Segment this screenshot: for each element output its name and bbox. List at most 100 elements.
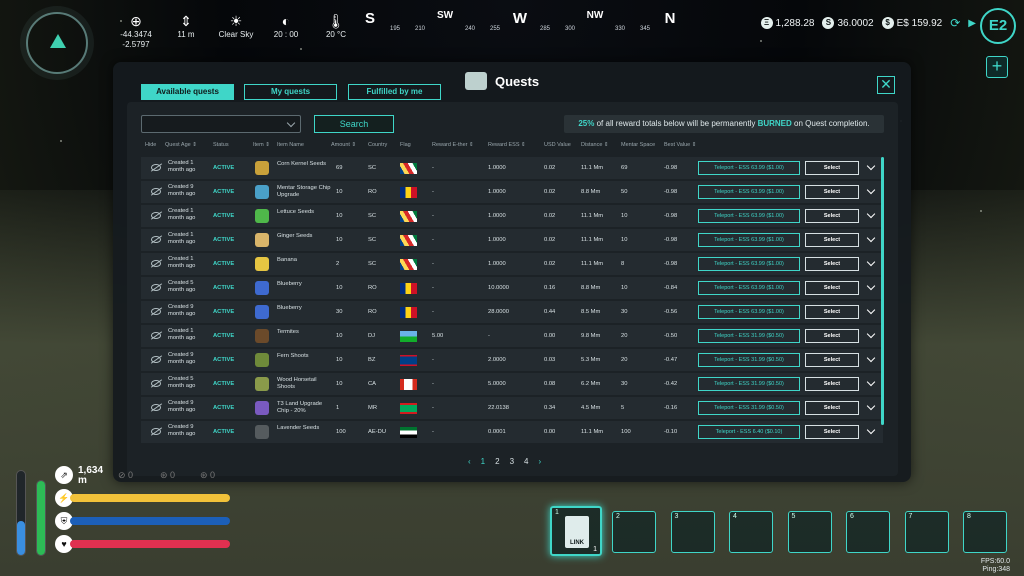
hotbar-slot[interactable]: 3 <box>670 511 715 553</box>
column-header[interactable]: Country <box>368 142 387 148</box>
teleport-button[interactable]: Teleport - ESS 31.99 ($0.50) <box>698 329 800 343</box>
prev-page-icon[interactable]: ‹ <box>468 457 471 466</box>
item-count: 1 <box>593 546 597 553</box>
select-button[interactable]: Select <box>805 305 859 319</box>
hotbar-slot[interactable]: 1 LINK 1 <box>550 506 602 556</box>
hide-eye-icon[interactable] <box>151 428 161 435</box>
column-header[interactable]: Mentar Space <box>621 142 655 148</box>
page-link[interactable]: 3 <box>510 457 514 466</box>
chevron-down-icon[interactable] <box>866 377 876 387</box>
currency-ether: Ξ 1,288.28 <box>760 17 814 29</box>
column-header[interactable]: Best Value ⇕ <box>664 142 696 148</box>
teleport-button[interactable]: Teleport - ESS 63.99 ($1.00) <box>698 305 800 319</box>
hide-eye-icon[interactable] <box>151 236 161 243</box>
hide-eye-icon[interactable] <box>151 260 161 267</box>
select-button[interactable]: Select <box>805 353 859 367</box>
hide-eye-icon[interactable] <box>151 188 161 195</box>
select-button[interactable]: Select <box>805 425 859 439</box>
hide-eye-icon[interactable] <box>151 404 161 411</box>
teleport-button[interactable]: Teleport - ESS 63.99 ($1.00) <box>698 257 800 271</box>
minimap-compass[interactable] <box>26 12 88 74</box>
select-button[interactable]: Select <box>805 161 859 175</box>
select-button[interactable]: Select <box>805 233 859 247</box>
chevron-down-icon[interactable] <box>866 233 876 243</box>
mentar-space: 100 <box>621 429 631 435</box>
column-header[interactable]: Quest Age ⇕ <box>165 142 197 148</box>
select-button[interactable]: Select <box>805 257 859 271</box>
filter-dropdown[interactable] <box>141 115 301 133</box>
teleport-button[interactable]: Teleport - ESS 31.99 ($0.50) <box>698 353 800 367</box>
chevron-down-icon[interactable] <box>866 281 876 291</box>
page-link[interactable]: 1 <box>481 457 485 466</box>
hotbar-slot[interactable]: 4 <box>729 511 773 553</box>
select-button[interactable]: Select <box>805 377 859 391</box>
close-button[interactable]: ✕ <box>877 76 895 94</box>
e2-logo-icon[interactable]: E2 <box>980 8 1016 44</box>
add-button[interactable]: + <box>986 56 1008 78</box>
hide-eye-icon[interactable] <box>151 164 161 171</box>
hide-eye-icon[interactable] <box>151 356 161 363</box>
select-button[interactable]: Select <box>805 185 859 199</box>
hotbar-slot[interactable]: 7 <box>904 511 949 553</box>
chevron-down-icon[interactable] <box>866 257 876 267</box>
select-button[interactable]: Select <box>805 209 859 223</box>
teleport-button[interactable]: Teleport - ESS 31.99 ($0.50) <box>698 401 800 415</box>
column-header[interactable]: Reward ESS ⇕ <box>488 142 526 148</box>
moon-icon: ◐ <box>281 13 291 29</box>
teleport-button[interactable]: Teleport - ESS 6.40 ($0.10) <box>698 425 800 439</box>
play-icon[interactable]: ▶ <box>968 18 976 29</box>
hide-eye-icon[interactable] <box>151 212 161 219</box>
hotbar-slot[interactable]: 5 <box>787 511 832 553</box>
tab-my-quests[interactable]: My quests <box>244 84 337 100</box>
hotbar-slot[interactable]: 6 <box>846 511 890 553</box>
column-header[interactable]: Amount ⇕ <box>331 142 356 148</box>
chevron-down-icon[interactable] <box>866 425 876 435</box>
column-header[interactable]: Status <box>213 142 229 148</box>
slot-number: 3 <box>674 513 679 520</box>
item-name: Banana <box>277 257 297 263</box>
column-header[interactable]: Item Name <box>277 142 304 148</box>
search-button[interactable]: Search <box>314 115 394 133</box>
tab-available-quests[interactable]: Available quests <box>141 84 234 100</box>
teleport-button[interactable]: Teleport - ESS 63.99 ($1.00) <box>698 281 800 295</box>
chevron-down-icon[interactable] <box>866 401 876 411</box>
hide-eye-icon[interactable] <box>151 308 161 315</box>
page-link[interactable]: 4 <box>524 457 528 466</box>
quest-age: Created 9 month ago <box>168 304 196 317</box>
column-header[interactable]: Hide <box>145 142 156 148</box>
teleport-button[interactable]: Teleport - ESS 31.99 ($0.50) <box>698 377 800 391</box>
select-button[interactable]: Select <box>805 281 859 295</box>
chevron-down-icon[interactable] <box>866 161 876 171</box>
chevron-down-icon[interactable] <box>866 305 876 315</box>
teleport-button[interactable]: Teleport - ESS 63.99 ($1.00) <box>698 185 800 199</box>
chevron-down-icon[interactable] <box>866 185 876 195</box>
column-header[interactable]: Flag <box>400 142 411 148</box>
hotbar-slot[interactable]: 8 <box>963 511 1007 553</box>
hide-eye-icon[interactable] <box>151 332 161 339</box>
column-header[interactable]: Reward E-ther ⇕ <box>432 142 474 148</box>
chevron-down-icon[interactable] <box>866 353 876 363</box>
select-button[interactable]: Select <box>805 329 859 343</box>
column-header[interactable]: Item ⇕ <box>253 142 270 148</box>
reward-ess: 0.0001 <box>488 429 506 435</box>
chevron-down-icon[interactable] <box>866 209 876 219</box>
teleport-button[interactable]: Teleport - ESS 63.99 ($1.00) <box>698 209 800 223</box>
status-badge: ACTIVE <box>213 237 235 243</box>
reward-ess: 2.0000 <box>488 357 506 363</box>
hotbar-slot[interactable]: 2 <box>612 511 656 553</box>
next-page-icon[interactable]: › <box>538 457 541 466</box>
teleport-button[interactable]: Teleport - ESS 63.99 ($1.00) <box>698 233 800 247</box>
chevron-down-icon[interactable] <box>866 329 876 339</box>
column-header[interactable]: USD Value <box>544 142 571 148</box>
column-header[interactable]: Distance ⇕ <box>581 142 609 148</box>
teleport-button[interactable]: Teleport - ESS 63.99 ($1.00) <box>698 161 800 175</box>
reward-ess: 22.0138 <box>488 405 509 411</box>
hide-eye-icon[interactable] <box>151 380 161 387</box>
page-link[interactable]: 2 <box>495 457 499 466</box>
table-scrollbar[interactable] <box>881 157 884 425</box>
tab-fulfilled-by-me[interactable]: Fulfilled by me <box>348 84 441 100</box>
country-flag-icon <box>400 235 417 246</box>
hide-eye-icon[interactable] <box>151 284 161 291</box>
select-button[interactable]: Select <box>805 401 859 415</box>
refresh-icon[interactable]: ⟳ <box>950 16 960 30</box>
